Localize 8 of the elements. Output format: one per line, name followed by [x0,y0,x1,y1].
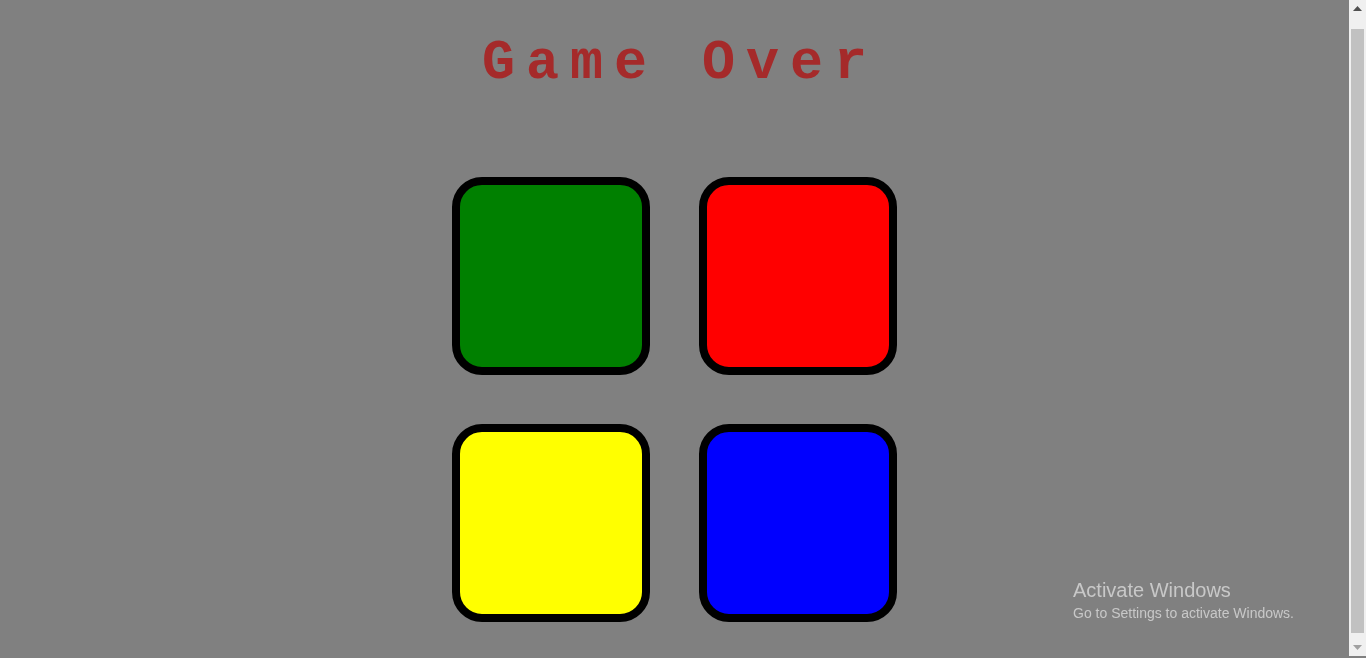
game-title: Game Over [480,36,879,91]
activation-message: Go to Settings to activate Windows. [1073,604,1294,622]
activation-heading: Activate Windows [1073,578,1232,602]
scroll-down-arrow-icon[interactable] [1353,645,1362,650]
scrollbar[interactable] [1349,0,1366,656]
scrollbar-thumb[interactable] [1351,29,1364,633]
scroll-up-arrow-icon[interactable] [1353,6,1362,11]
game-pad[interactable] [452,424,650,622]
